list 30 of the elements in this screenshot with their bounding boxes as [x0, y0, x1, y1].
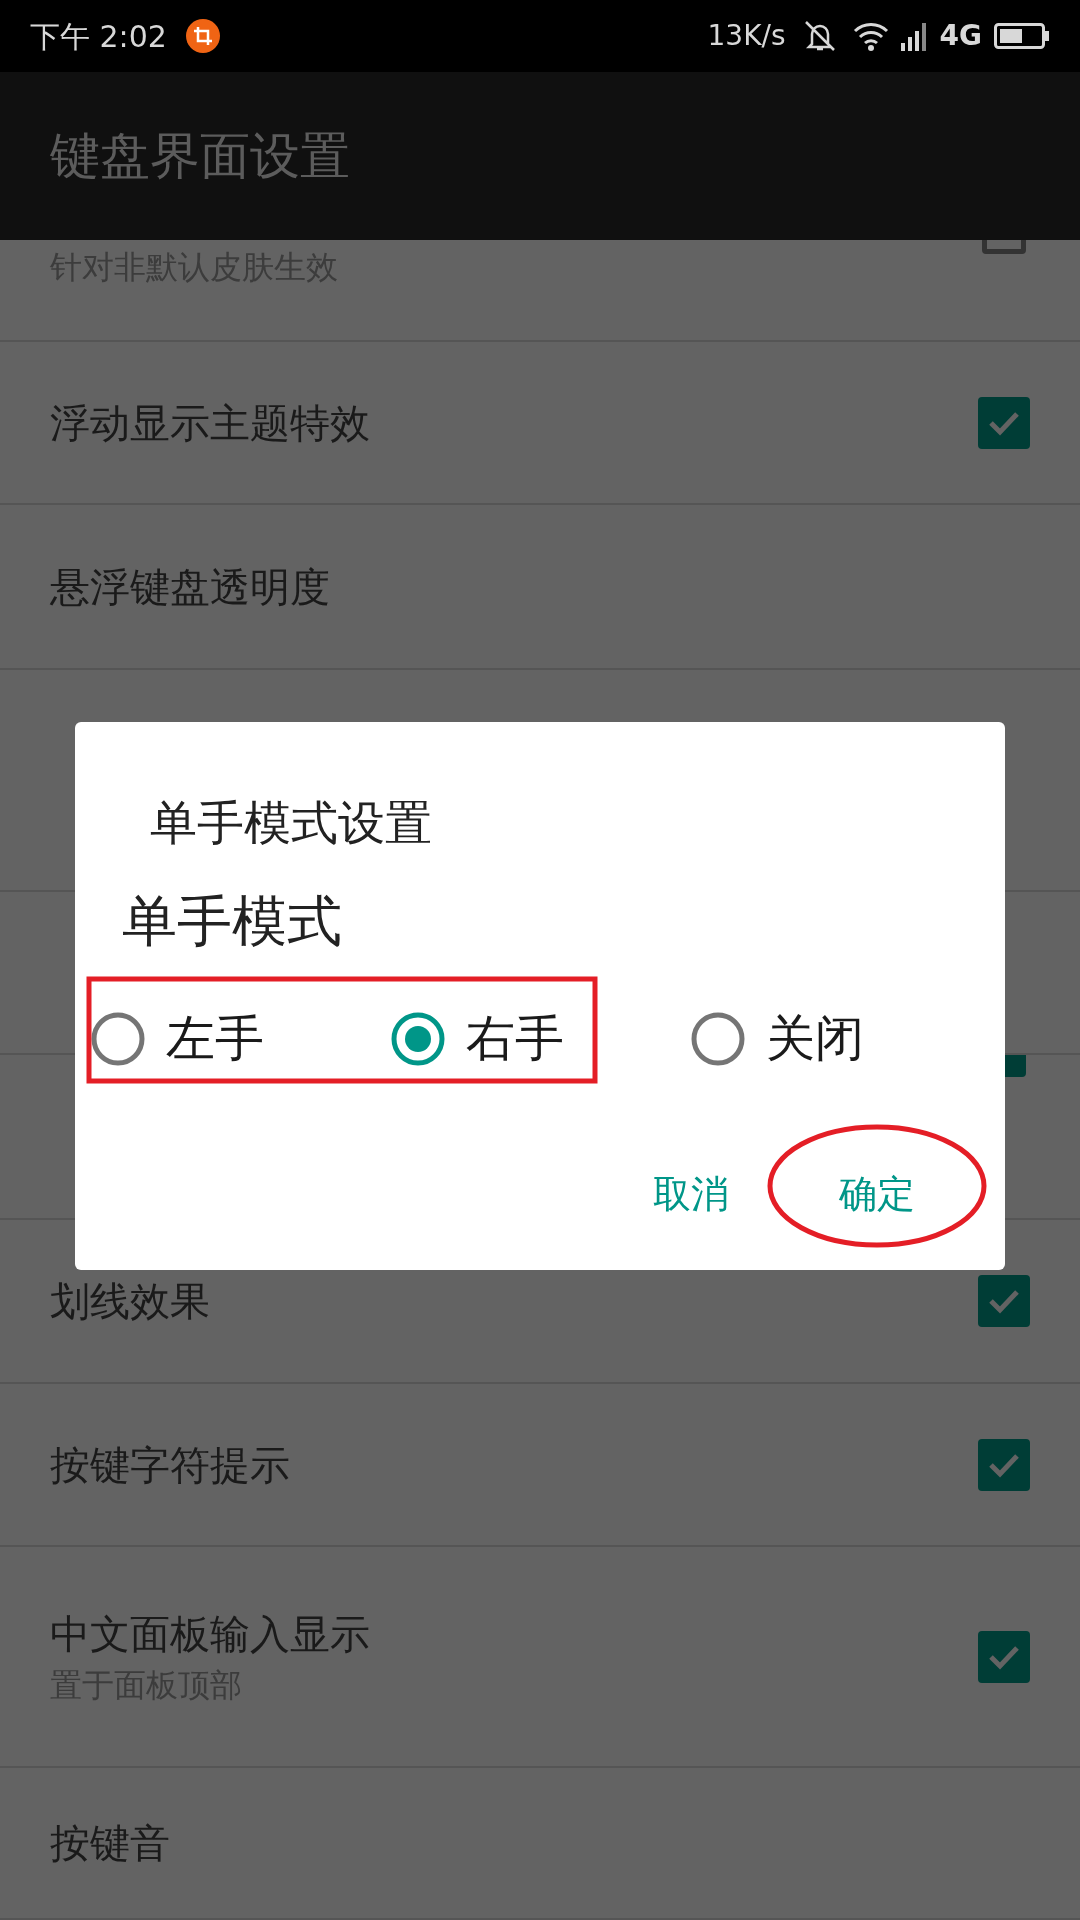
status-time: 下午 2:02	[30, 17, 167, 56]
radio-option[interactable]: 关闭	[690, 1002, 990, 1076]
cancel-button[interactable]: 取消	[653, 1166, 729, 1223]
network-type: 4G	[939, 18, 982, 54]
setting-title: 中文面板输入显示	[50, 1609, 371, 1659]
setting-title: 划线效果	[50, 1277, 211, 1326]
dialog-title: 单手模式设置	[150, 795, 432, 850]
setting-title: 悬浮键盘透明度	[50, 562, 331, 612]
option-label: 单手模式	[122, 889, 342, 953]
setting-title: 按键音	[50, 1819, 171, 1868]
wifi-icon	[851, 20, 890, 52]
network-speed: 13K/s	[707, 18, 786, 54]
battery-icon	[994, 22, 1050, 50]
radio-button[interactable]	[390, 1011, 446, 1067]
checkbox[interactable]	[978, 396, 1030, 449]
page-title: 键盘界面设置	[50, 125, 350, 187]
checkbox[interactable]	[978, 1630, 1030, 1683]
radio-option[interactable]: 右手	[390, 1002, 690, 1076]
checkbox[interactable]	[978, 1438, 1030, 1491]
radio-button[interactable]	[690, 1011, 746, 1067]
confirm-button[interactable]: 确定	[839, 1166, 915, 1223]
radio-button[interactable]	[90, 1011, 146, 1067]
radio-option[interactable]: 左手	[90, 1002, 390, 1076]
setting-title: 按键字符提示	[50, 1440, 291, 1490]
checkbox[interactable]	[978, 1275, 1030, 1327]
radio-label: 关闭	[766, 1009, 864, 1070]
radio-label: 右手	[466, 1009, 564, 1070]
crop-icon	[184, 18, 221, 54]
setting-title: 浮动显示主题特效	[50, 398, 371, 448]
radio-label: 左手	[166, 1009, 264, 1070]
